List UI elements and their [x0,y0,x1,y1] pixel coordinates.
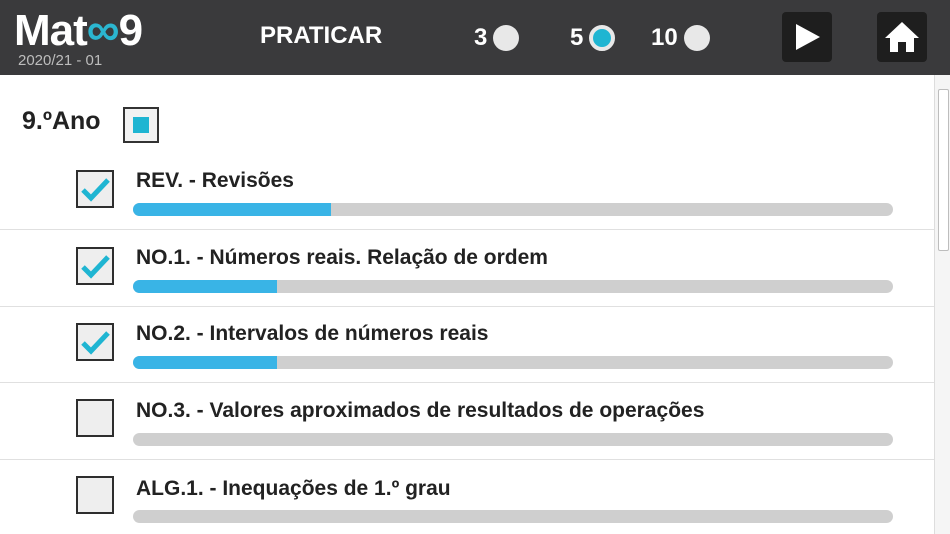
topic-checkbox[interactable] [76,247,114,285]
topic-row[interactable]: ALG.1. - Inequações de 1.º grau [0,460,934,534]
topic-label: NO.2. - Intervalos de números reais [136,322,489,345]
year-label: 9.ºAno [22,107,101,135]
option-10[interactable]: 10 [651,22,710,54]
topic-row[interactable]: REV. - Revisões [0,153,934,230]
option-10-label: 10 [651,24,678,51]
progress-track [133,280,893,293]
version-label: 2020/21 - 01 [18,52,103,69]
topic-row[interactable]: NO.1. - Números reais. Relação de ordem [0,230,934,307]
home-button[interactable] [877,12,927,62]
check-icon [81,255,110,279]
app-logo: Mat∞9 [14,2,144,56]
top-bar: Mat∞9 2020/21 - 01 PRATICAR 3 5 10 [0,0,950,75]
progress-fill [133,356,278,369]
topic-checkbox[interactable] [76,170,114,208]
scrollbar[interactable] [934,75,950,534]
topic-checkbox[interactable] [76,323,114,361]
progress-track [133,433,893,446]
option-3[interactable]: 3 [474,22,520,54]
play-icon [796,24,820,50]
progress-track [133,356,893,369]
option-10-radio[interactable] [683,25,710,51]
scrollbar-thumb[interactable] [938,89,949,251]
option-3-radio[interactable] [493,25,520,51]
progress-track [133,510,893,523]
topic-label: REV. - Revisões [136,169,294,192]
topic-checkbox[interactable] [76,399,114,437]
topic-label: ALG.1. - Inequações de 1.º grau [136,477,451,500]
progress-fill [133,203,331,216]
progress-fill [133,280,278,293]
page-title: PRATICAR [260,22,383,49]
option-5-radio[interactable] [589,25,616,51]
option-5[interactable]: 5 [570,22,616,54]
topic-label: NO.3. - Valores aproximados de resultado… [136,399,705,422]
topic-list: 9.ºAno REV. - Revisões NO.1. - Números r… [0,75,934,534]
logo-text-start: Mat [14,6,88,55]
topic-checkbox[interactable] [76,476,114,514]
home-icon [885,22,919,52]
year-select-all-checkbox[interactable] [123,107,159,143]
topic-row[interactable]: NO.3. - Valores aproximados de resultado… [0,383,934,460]
progress-track [133,203,893,216]
topic-label: NO.1. - Números reais. Relação de ordem [136,246,548,269]
play-button[interactable] [782,12,832,62]
logo-text-end: 9 [118,6,144,55]
option-3-label: 3 [474,24,488,51]
option-5-label: 5 [570,24,584,51]
partial-selection-marker [133,117,149,133]
logo-infinity: ∞ [86,3,120,55]
check-icon [81,331,110,355]
check-icon [81,178,110,202]
topic-row[interactable]: NO.2. - Intervalos de números reais [0,306,934,383]
